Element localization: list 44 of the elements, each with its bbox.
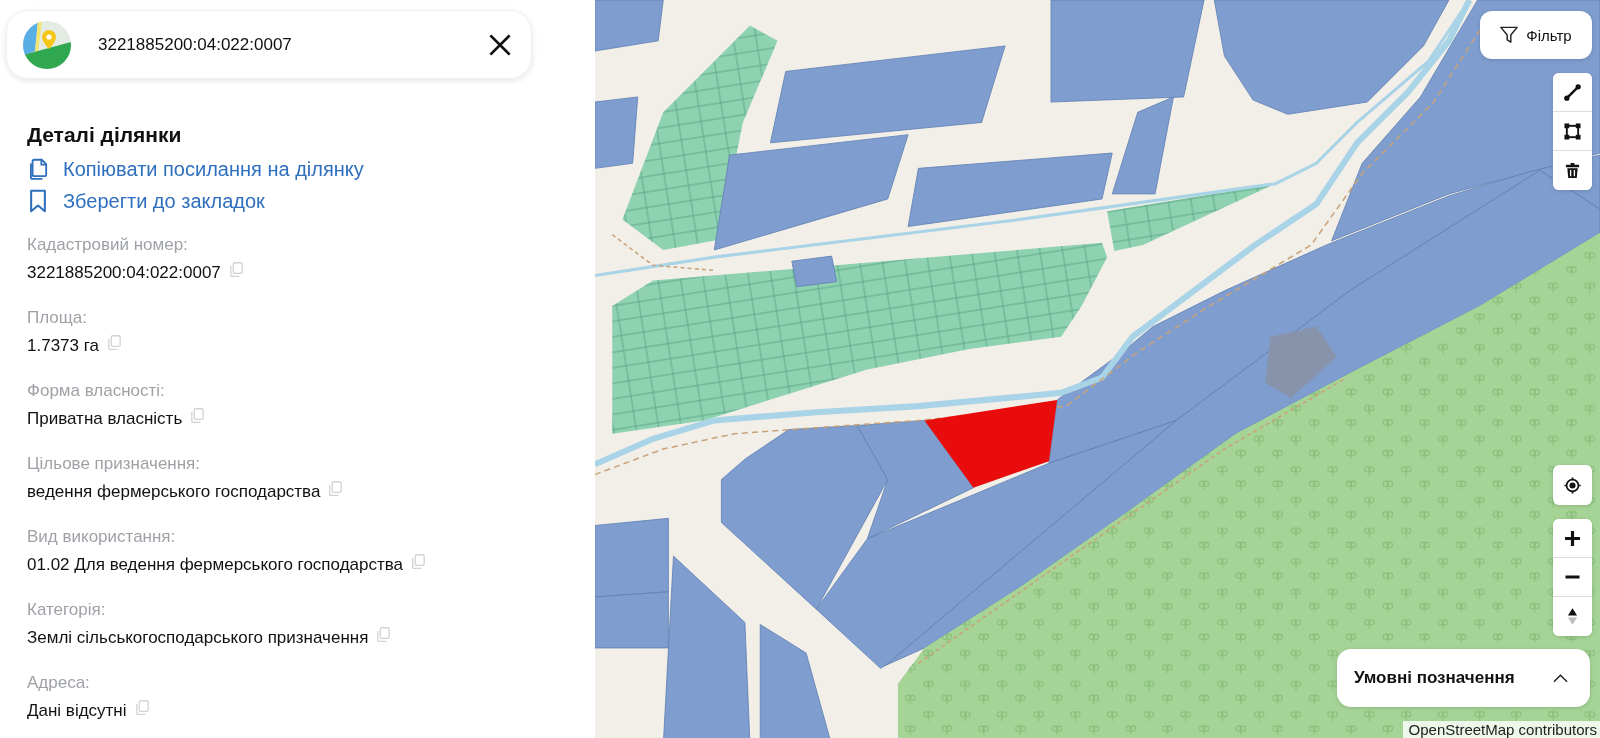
land-parcel (791, 255, 838, 288)
minus-icon (1564, 575, 1581, 579)
locate-button[interactable] (1553, 465, 1592, 505)
trash-icon (1564, 162, 1581, 179)
close-icon (489, 33, 511, 56)
filter-button[interactable]: Фільтр (1480, 11, 1592, 59)
delete-button[interactable] (1553, 151, 1592, 190)
field-value: Приватна власність (27, 408, 183, 430)
field-value: 1.7373 га (27, 335, 99, 357)
square-vertices-icon (1564, 122, 1581, 140)
zoom-out-button[interactable] (1553, 558, 1592, 597)
field-label: Вид використання: (27, 526, 177, 548)
bookmark-icon (27, 189, 49, 213)
filter-icon (1500, 26, 1519, 44)
selected-parcel[interactable] (924, 400, 1058, 488)
legend-button[interactable]: Умовні позначення (1337, 649, 1590, 707)
copy-link[interactable]: Копіювати посилання на ділянку (27, 153, 364, 185)
chevron-up-icon (1553, 673, 1568, 683)
field-label: Цільове призначення: (27, 453, 202, 475)
field-label: Адреса: (27, 672, 91, 694)
plus-icon (1564, 529, 1581, 547)
draw-polygon-button[interactable] (1553, 112, 1592, 151)
compass-icon (1567, 607, 1578, 626)
map-logo-icon (23, 20, 71, 69)
field-label: Кадастровий номер: (27, 234, 189, 256)
bookmark-link[interactable]: Зберегти до закладок (27, 185, 265, 217)
field-value: 01.02 Для ведення фермерського господарства (27, 554, 404, 576)
line-segment-icon (1564, 83, 1581, 101)
field-value: Землі сільськогосподарського призначення (27, 627, 369, 649)
copy-icon (27, 157, 49, 181)
field-value: 3221885200:04:022:0007 (27, 262, 221, 284)
field-label: Форма власності: (27, 380, 166, 402)
map-attribution: OpenStreetMap contributors (1402, 721, 1600, 738)
field-label: Категорія: (27, 599, 107, 621)
field-label: Площа: (27, 307, 88, 329)
draw-line-button[interactable] (1553, 73, 1592, 112)
field-value: ведення фермерського господарства (27, 481, 321, 503)
land-parcel (595, 0, 664, 52)
zoom-in-button[interactable] (1553, 519, 1592, 558)
search-field[interactable]: 3221885200:04:022:0007 (98, 34, 483, 55)
field-value: Дані відсутні (27, 700, 127, 722)
crosshair-icon (1564, 476, 1581, 494)
section-title: Деталі ділянки (27, 122, 183, 148)
compass-button[interactable] (1553, 597, 1592, 636)
